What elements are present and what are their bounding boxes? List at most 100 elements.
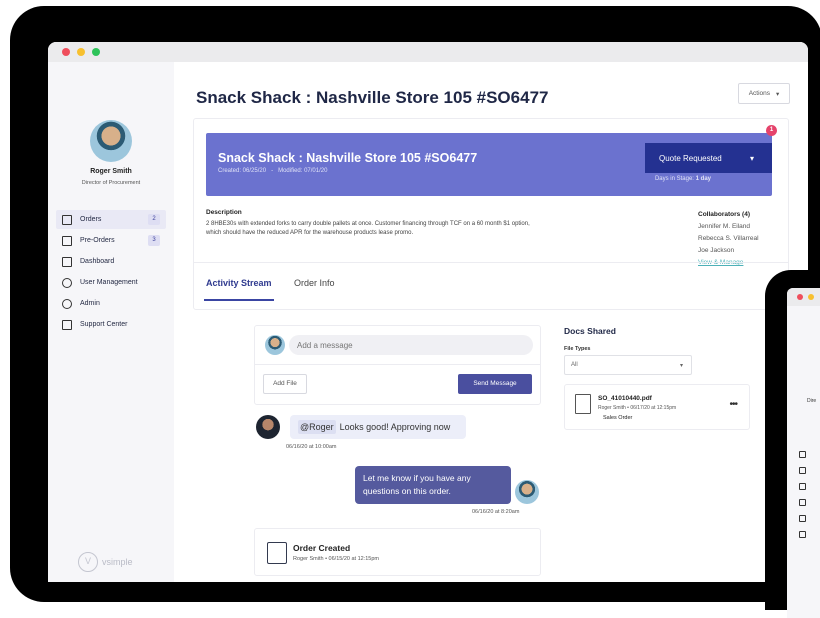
maximize-window-icon[interactable] (92, 48, 100, 56)
sidebar-item-support-center (799, 528, 820, 540)
window-chrome (48, 42, 808, 62)
message-bubble-own: Let me know if you have any questions on… (355, 466, 511, 504)
sidebar-item-user-management (799, 496, 820, 508)
chevron-down-icon: ▾ (749, 153, 754, 163)
order-title: Snack Shack : Nashville Store 105 #SO647… (218, 151, 478, 165)
add-file-button[interactable]: Add File (263, 374, 307, 394)
actions-label: Actions (748, 90, 771, 97)
book-icon (799, 530, 806, 538)
tab-bar: Activity Stream Order Info (194, 262, 788, 301)
mention-tag[interactable]: @Roger (298, 420, 336, 434)
description-text: 2 8HBE30s with extended forks to carry d… (206, 221, 530, 236)
second-app-window: Dire (787, 288, 820, 618)
sidebar-item-pre-orders[interactable]: Pre-Orders 3 (56, 231, 166, 250)
window-chrome (787, 288, 820, 306)
message-time: 06/16/20 at 10:00am (286, 444, 337, 450)
gear-icon (62, 298, 72, 309)
order-dates: Created: 06/25/20 - Modified: 07/01/20 (218, 168, 327, 174)
sidebar-item-label: Dashboard (80, 258, 115, 265)
sidebar-item-label: Pre-Orders (80, 237, 115, 244)
file-types-label: File Types (564, 346, 591, 352)
collaborator-name: Joe Jackson (698, 247, 735, 254)
sidebar-item-label: Support Center (80, 321, 128, 328)
message-time: 06/16/20 at 8:20am (472, 509, 520, 515)
message-input[interactable] (289, 335, 533, 355)
avatar (256, 415, 280, 439)
orders-icon (799, 450, 806, 458)
message-text: Looks good! Approving now (339, 422, 451, 432)
user-role: Director of Procurement (81, 180, 141, 186)
event-meta: Roger Smith • 06/15/20 at 12:15pm (293, 556, 380, 562)
date-separator: - (271, 168, 274, 174)
brand-logo: V vsimple (78, 552, 133, 572)
docs-shared-panel: Docs Shared File Types All ▾ SO_41010440… (564, 326, 750, 430)
collaborators-panel: Collaborators (4) Jennifer M. Eiland Reb… (698, 209, 759, 269)
page-title: Snack Shack : Nashville Store 105 #SO647… (196, 88, 549, 107)
users-icon (62, 277, 72, 288)
modified-date: Modified: 07/01/20 (278, 168, 328, 174)
send-message-button[interactable]: Send Message (458, 374, 532, 394)
tab-order-info[interactable]: Order Info (294, 278, 335, 288)
avatar (515, 480, 539, 504)
file-types-select[interactable]: All ▾ (564, 355, 692, 375)
second-sidebar: Dire (787, 306, 820, 618)
more-options-icon[interactable]: ••• (729, 399, 737, 410)
user-name: Roger Smith (90, 168, 132, 175)
app-window: Roger Smith Director of Procurement Orde… (48, 42, 808, 582)
minimize-window-icon (808, 294, 814, 300)
sidebar-item-dashboard[interactable]: Dashboard (56, 252, 166, 271)
orders-icon (62, 214, 72, 225)
vsimple-logo-icon: V (78, 552, 98, 572)
collaborator-name: Jennifer M. Eiland (698, 223, 751, 230)
user-role-truncated: Dire (807, 398, 817, 404)
event-title: Order Created (293, 543, 351, 553)
users-icon (799, 498, 806, 506)
sidebar-item-orders[interactable]: Orders 2 (56, 210, 166, 229)
sidebar-item-orders (799, 448, 820, 460)
tab-activity-stream[interactable]: Activity Stream (204, 278, 274, 301)
close-window-icon[interactable] (62, 48, 70, 56)
minimize-window-icon[interactable] (77, 48, 85, 56)
notification-badge[interactable]: 1 (766, 125, 777, 136)
sidebar-item-label: User Management (80, 279, 138, 286)
document-meta: Roger Smith • 06/17/20 at 12:15pm (598, 405, 677, 411)
orders-count-badge: 2 (148, 214, 160, 225)
status-dropdown[interactable]: Quote Requested ▾ (645, 143, 772, 173)
order-card: Snack Shack : Nashville Store 105 #SO647… (193, 118, 789, 310)
sidebar-item-admin[interactable]: Admin (56, 294, 166, 313)
dashboard-icon (799, 482, 806, 490)
document-type: Sales Order (603, 415, 633, 421)
preorders-icon (799, 466, 806, 474)
brand-name: vsimple (102, 557, 133, 567)
message-composer: Add File Send Message (254, 325, 541, 405)
preorders-count-badge: 3 (148, 235, 160, 246)
sidebar: Roger Smith Director of Procurement Orde… (48, 62, 174, 582)
sidebar-item-label: Orders (80, 216, 102, 223)
avatar[interactable] (90, 120, 132, 162)
sidebar-item-user-management[interactable]: User Management (56, 273, 166, 292)
days-in-stage-label: Days in Stage: (654, 176, 694, 182)
sidebar-item-support-center[interactable]: Support Center (56, 315, 166, 334)
created-date: Created: 06/25/20 (218, 168, 267, 174)
book-icon (62, 319, 72, 330)
preorders-icon (62, 235, 72, 246)
document-card[interactable]: SO_41010440.pdf Roger Smith • 06/17/20 a… (564, 384, 750, 430)
days-in-stage-value: 1 day (695, 176, 711, 182)
status-label: Quote Requested (659, 153, 722, 163)
gear-icon (799, 514, 806, 522)
document-name: SO_41010440.pdf (598, 395, 652, 402)
description-label: Description (206, 209, 242, 216)
docs-title: Docs Shared (564, 326, 616, 336)
sidebar-item-dashboard (799, 480, 820, 492)
actions-dropdown[interactable]: Actions ▾ (738, 83, 790, 104)
sidebar-item-pre-orders (799, 464, 820, 476)
sidebar-nav: Orders 2 Pre-Orders 3 Dashboard User Man… (56, 210, 166, 336)
second-device-frame: Dire (765, 270, 820, 618)
chevron-down-icon: ▾ (776, 90, 780, 98)
collaborator-name: Rebecca S. Villarreal (698, 235, 759, 242)
order-banner: Snack Shack : Nashville Store 105 #SO647… (206, 133, 772, 196)
sidebar-item-admin (799, 512, 820, 524)
clipboard-add-icon (267, 542, 287, 564)
activity-event: Order Created Roger Smith • 06/15/20 at … (254, 528, 541, 576)
close-window-icon (797, 294, 803, 300)
